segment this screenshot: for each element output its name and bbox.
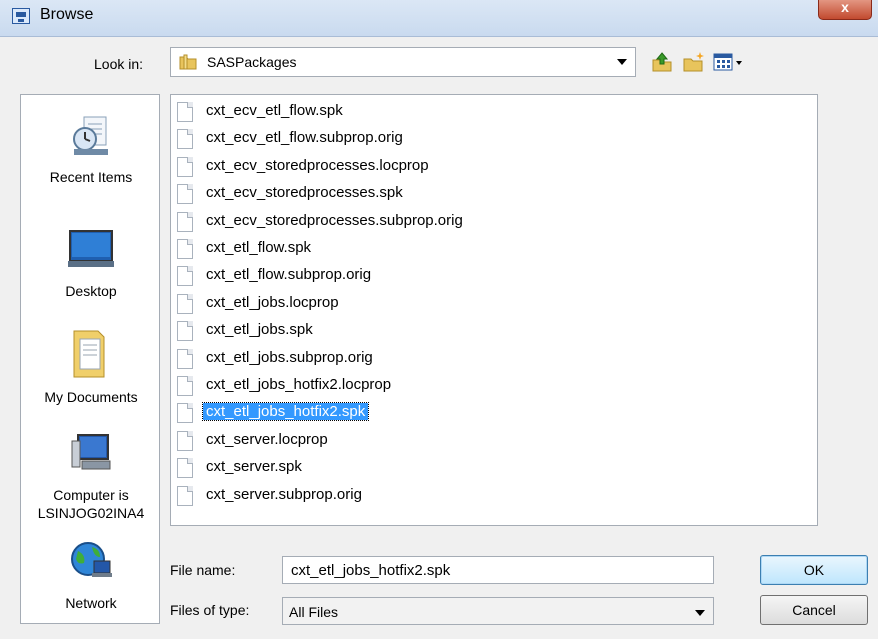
file-name-input[interactable] <box>282 556 714 584</box>
file-icon <box>177 403 193 424</box>
file-name: cxt_etl_jobs.locprop <box>206 293 339 311</box>
file-name: cxt_ecv_storedprocesses.spk <box>206 184 403 202</box>
file-name: cxt_etl_flow.spk <box>206 239 312 256</box>
file-icon <box>177 266 193 287</box>
file-icon <box>177 102 193 122</box>
place-label-line1: Computer is <box>53 487 129 503</box>
file-name: cxt_etl_jobs.subprop.orig <box>206 348 373 366</box>
network-icon <box>71 542 112 577</box>
file-icon <box>177 293 193 314</box>
look-in-dropdown[interactable]: SASPackages <box>170 47 636 77</box>
look-in-value: SASPackages <box>207 54 297 70</box>
file-name: cxt_etl_flow.subprop.orig <box>206 266 372 284</box>
new-folder-icon[interactable] <box>682 50 706 74</box>
place-recent-items[interactable]: Recent Items <box>21 113 161 186</box>
place-computer[interactable]: Computer is LSINJOG02INA4 <box>21 431 161 522</box>
chevron-down-icon[interactable] <box>617 59 627 65</box>
chevron-down-icon[interactable] <box>695 610 705 616</box>
place-label: Computer is LSINJOG02INA4 <box>21 486 161 522</box>
close-button[interactable]: x <box>818 0 872 20</box>
file-name: cxt_ecv_storedprocesses.subprop.orig <box>206 211 463 229</box>
window-title: Browse <box>40 6 94 23</box>
my-documents-icon <box>73 330 105 378</box>
file-name: cxt_etl_jobs_hotfix2.spk <box>201 402 370 422</box>
files-of-type-label: Files of type: <box>170 602 250 618</box>
place-network[interactable]: Network <box>21 539 161 612</box>
file-name: cxt_etl_jobs_hotfix2.locprop <box>206 376 392 393</box>
file-name: cxt_ecv_etl_flow.subprop.orig <box>206 129 403 147</box>
look-in-label: Look in: <box>94 56 144 72</box>
places-bar: Recent Items Desktop My Documents Comput… <box>20 94 160 624</box>
file-name: cxt_server.locprop <box>206 430 328 448</box>
file-name: cxt_ecv_storedprocesses.locprop <box>206 156 429 174</box>
place-desktop[interactable]: Desktop <box>21 227 161 300</box>
files-of-type-value: All Files <box>289 604 339 620</box>
ok-button[interactable]: OK <box>760 555 868 585</box>
computer-icon <box>71 434 111 470</box>
title-bar: Browse x <box>0 0 878 37</box>
file-icon <box>177 485 193 506</box>
file-list[interactable]: cxt_ecv_etl_flow.spk cxt_ecv_etl_flow.sub… <box>170 94 818 526</box>
view-menu-icon[interactable] <box>712 50 744 74</box>
file-name: cxt_server.spk <box>206 458 302 476</box>
file-icon <box>177 156 193 177</box>
save-dialog-icon <box>12 8 30 24</box>
place-label: Recent Items <box>49 169 133 185</box>
place-label: My Documents <box>44 389 138 405</box>
file-name: cxt_ecv_etl_flow.spk <box>206 102 343 119</box>
file-name: cxt_server.subprop.orig <box>206 485 362 503</box>
file-icon <box>177 430 193 451</box>
file-icon <box>177 321 193 342</box>
file-name-label: File name: <box>170 562 236 578</box>
file-icon <box>177 129 193 150</box>
file-icon <box>177 239 193 259</box>
file-icon <box>177 211 193 232</box>
recent-items-icon <box>73 116 108 155</box>
folder-icon <box>179 54 197 70</box>
file-name: cxt_etl_jobs.spk <box>206 321 313 339</box>
files-of-type-dropdown[interactable]: All Files <box>282 597 714 625</box>
place-my-documents[interactable]: My Documents <box>21 327 161 406</box>
cancel-button[interactable]: Cancel <box>760 595 868 625</box>
place-label: Network <box>65 595 117 611</box>
file-icon <box>177 348 193 369</box>
place-label: Desktop <box>65 283 117 299</box>
file-icon <box>177 184 193 205</box>
place-label-line2: LSINJOG02INA4 <box>37 505 145 521</box>
up-folder-icon[interactable] <box>650 50 674 74</box>
file-icon <box>177 376 193 396</box>
desktop-icon <box>68 230 114 267</box>
file-icon <box>177 458 193 479</box>
